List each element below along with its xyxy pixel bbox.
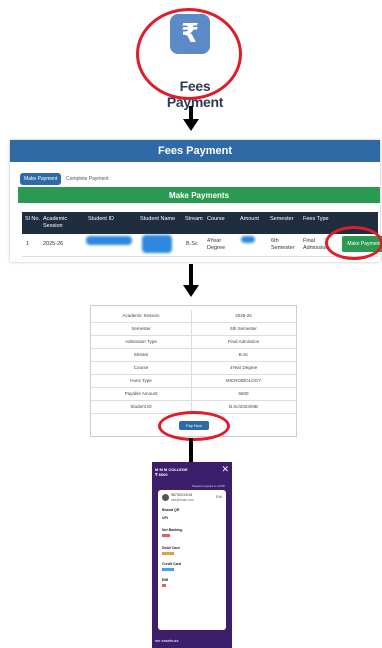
amount-display: ₹ 6600 [155,472,168,477]
detail-row: Academic Session 2025-26 [91,310,296,323]
detail-row: Course 4Year Degree [91,362,296,375]
highlight-circle [158,411,230,441]
cell-stream: B.Sc [186,241,198,247]
detail-value: MICROBIOLOGY [225,378,262,383]
easebuzz-logo: sm easebuzz [155,638,179,643]
section-title: Make Payments [18,187,380,203]
detail-row: Payable Amount 6600 [91,388,296,401]
cell-session: 2025-26 [43,241,64,247]
detail-row: Stream B.Sc [91,349,296,362]
detail-key: Hons Type [91,375,192,387]
col-amount: Amount [240,216,259,222]
table-header: Sl No. Academic Session Student ID Stude… [22,212,378,234]
col-stream: Stream [185,216,203,222]
method-net-banking[interactable]: Net Banking [162,528,182,532]
col-fees-type: Fees Type [303,216,329,222]
highlight-circle [325,226,382,260]
detail-key: Course [91,362,192,374]
email: xxx@mail.com [171,498,194,502]
method-emi[interactable]: EMI [162,578,168,582]
method-upi[interactable]: UPI [162,516,168,520]
cell-sl: 1 [26,241,30,247]
college-name: M M M COLLEGE ₹ 6600 [155,467,188,477]
emi-logo-icon [162,584,166,587]
detail-value: 6th Semester [230,326,257,331]
close-icon[interactable]: ✕ [221,464,229,475]
highlight-circle [136,8,242,100]
col-session: Academic Session [43,216,68,229]
col-student-id: Student ID [88,216,114,222]
detail-key: Admission Type [91,336,192,348]
redacted-student-id [86,236,132,245]
panel-title: Fees Payment [10,140,380,162]
detail-row: Semester 6th Semester [91,323,296,336]
method-debit-card[interactable]: Debit Card [162,546,180,550]
avatar [162,494,169,501]
detail-value: B.Sc [238,352,249,357]
detail-value: 2025-26 [235,313,252,318]
detail-value: 6600 [238,391,249,396]
tab-make-payment[interactable]: Make Payment [20,173,62,185]
bank-logos-icon [162,534,170,537]
edit-link[interactable]: Edit [216,495,222,499]
col-sl: Sl No. [25,216,40,222]
session-note: Session expires in 14:56 [192,484,225,488]
tab-complete-payment[interactable]: Complete Payment [62,173,113,185]
payment-options-card: 9873XXXX15 xxx@mail.com Edit Bharat QR U… [158,490,226,630]
card-logos-icon [162,568,174,571]
col-semester: Semester [270,216,294,222]
arrow-down-icon [189,106,193,120]
col-course: Course [207,216,225,222]
payment-gateway-screen: M M M COLLEGE ₹ 6600 ✕ Session expires i… [152,462,232,648]
detail-key: Student ID [91,401,192,413]
redacted-amount [241,236,255,243]
detail-key: Semester [91,323,192,335]
detail-key: Academic Session [91,310,192,322]
arrow-head-icon [183,119,199,131]
arrow-down-icon [189,264,193,286]
phone-number: 9873XXXX15 [171,493,193,497]
detail-key: Stream [91,349,192,361]
method-credit-card[interactable]: Credit Card [162,562,181,566]
col-student-name: Student Name [140,216,176,222]
connector-line [189,438,193,462]
redacted-student-name [142,235,172,253]
detail-row: Admission Type Final Admission [91,336,296,349]
card-logos-icon [162,552,174,555]
detail-value: Final Admission [227,339,260,344]
detail-row: Hons Type MICROBIOLOGY [91,375,296,388]
detail-key: Payable Amount [91,388,192,400]
cell-course: 4Year Degree [207,238,226,251]
arrow-head-icon [183,285,199,297]
detail-value: 4Year Degree [229,365,258,370]
method-bharat-qr[interactable]: Bharat QR [162,508,179,512]
cell-semester: 6th Semester [271,238,295,251]
